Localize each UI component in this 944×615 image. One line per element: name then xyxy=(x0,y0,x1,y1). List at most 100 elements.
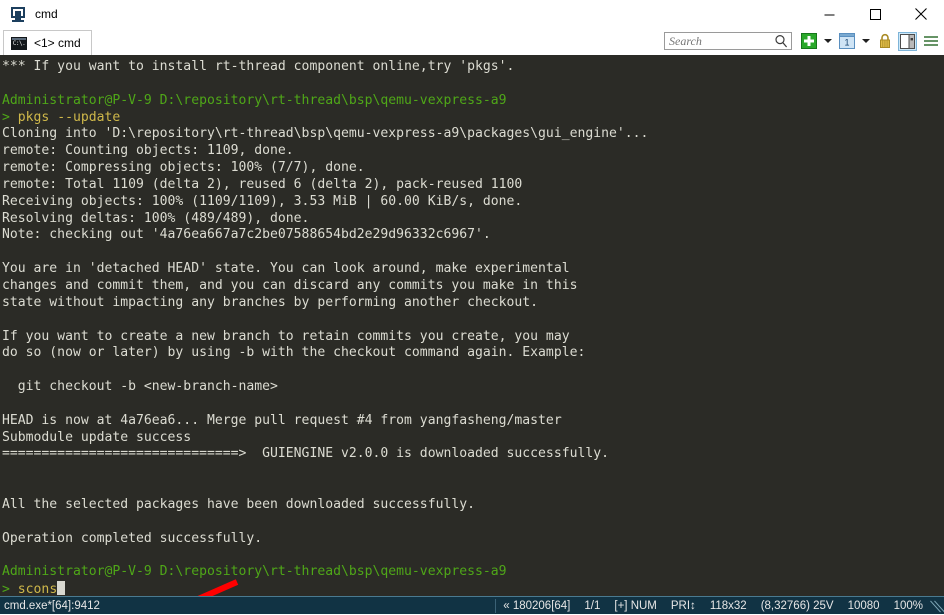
terminal-text: git checkout -b <new-branch-name> xyxy=(2,379,278,395)
terminal-line: Submodule update success xyxy=(2,430,944,447)
title-bar-left-group: cmd xyxy=(0,6,58,22)
menu-button[interactable] xyxy=(921,32,940,51)
terminal-command-text: scons xyxy=(17,582,58,596)
terminal-line: state without impacting any branches by … xyxy=(2,295,944,312)
terminal-cursor xyxy=(57,581,66,596)
terminal-line xyxy=(2,514,944,531)
terminal-line: ==============================> GUIENGIN… xyxy=(2,446,944,463)
chevron-down-icon xyxy=(823,39,832,43)
terminal-line: Administrator@P-V-9 D:\repository\rt-thr… xyxy=(2,93,944,110)
status-cell-lines: 10080 xyxy=(847,600,880,612)
maximize-button[interactable] xyxy=(852,0,898,28)
search-input[interactable] xyxy=(665,33,769,49)
close-button[interactable] xyxy=(898,0,944,28)
console-app-icon xyxy=(10,6,26,22)
terminal-line: If you want to create a new branch to re… xyxy=(2,329,944,346)
terminal-line xyxy=(2,362,944,379)
status-cells: « 180206[64] 1/1 [+] NUM PRI↕ 118x32 (8,… xyxy=(495,597,944,615)
terminal-text: If you want to create a new branch to re… xyxy=(2,328,570,344)
terminal-line xyxy=(2,547,944,564)
terminal-line xyxy=(2,396,944,413)
lock-button[interactable] xyxy=(875,32,894,51)
tab-selector-dropdown[interactable] xyxy=(860,32,871,50)
minimize-button[interactable] xyxy=(806,0,852,28)
terminal-line: HEAD is now at 4a76ea6... Merge pull req… xyxy=(2,413,944,430)
terminal-text: do so (now or later) by using -b with th… xyxy=(2,345,586,361)
tab-label: <1> cmd xyxy=(34,36,81,50)
terminal-prompt-path: Administrator@P-V-9 D:\repository\rt-thr… xyxy=(2,92,507,108)
search-icon[interactable] xyxy=(774,34,788,48)
terminal-text: state without impacting any branches by … xyxy=(2,294,539,310)
terminal-text: *** If you want to install rt-thread com… xyxy=(2,59,515,74)
terminal-line: You are in 'detached HEAD' state. You ca… xyxy=(2,261,944,278)
terminal-command-text: pkgs --update xyxy=(17,109,121,125)
status-cell-zoom: 100% xyxy=(893,600,923,612)
terminal-line xyxy=(2,463,944,480)
console-toolbar: 1 xyxy=(664,28,940,54)
search-box[interactable] xyxy=(664,32,792,50)
terminal-line: Resolving deltas: 100% (489/489), done. xyxy=(2,211,944,228)
status-process-label: cmd.exe*[64]:9412 xyxy=(4,599,100,612)
tab-bar: <1> cmd xyxy=(0,28,944,56)
window-title-bar: cmd xyxy=(0,0,944,28)
terminal-text: Resolving deltas: 100% (489/489), done. xyxy=(2,210,310,226)
terminal-prompt-path: Administrator@P-V-9 D:\repository\rt-thr… xyxy=(2,564,507,580)
status-cell-tabs: 1/1 xyxy=(584,600,601,612)
tab-selector-button[interactable]: 1 xyxy=(837,32,856,51)
status-cell-priority: PRI↕ xyxy=(670,600,696,612)
terminal-line: remote: Counting objects: 1109, done. xyxy=(2,143,944,160)
status-cell-cursor: (8,32766) 25V xyxy=(760,600,834,612)
terminal-line xyxy=(2,76,944,93)
resize-grip[interactable] xyxy=(930,597,944,615)
status-cell-insert: [+] NUM xyxy=(614,600,657,612)
new-tab-dropdown[interactable] xyxy=(822,32,833,50)
tab-cmd-1[interactable]: <1> cmd xyxy=(3,30,92,55)
new-tab-button[interactable] xyxy=(799,32,818,51)
terminal-line: git checkout -b <new-branch-name> xyxy=(2,379,944,396)
terminal-text: changes and commit them, and you can dis… xyxy=(2,277,578,293)
terminal-line: remote: Compressing objects: 100% (7/7),… xyxy=(2,160,944,177)
terminal-line: Receiving objects: 100% (1109/1109), 3.5… xyxy=(2,194,944,211)
terminal-text: You are in 'detached HEAD' state. You ca… xyxy=(2,261,570,277)
status-bar: cmd.exe*[64]:9412 « 180206[64] 1/1 [+] N… xyxy=(0,596,944,614)
terminal-text: All the selected packages have been down… xyxy=(2,496,475,512)
cmd-console-icon xyxy=(11,36,27,50)
terminal-lines: *** If you want to install rt-thread com… xyxy=(2,59,944,596)
terminal-line: > scons xyxy=(2,581,944,596)
terminal-text: remote: Compressing objects: 100% (7/7),… xyxy=(2,160,365,176)
terminal-line: Note: checking out '4a76ea667a7c2be07588… xyxy=(2,227,944,244)
split-pane-button[interactable] xyxy=(898,31,917,51)
terminal-line: Operation completed successfully. xyxy=(2,531,944,548)
terminal-line xyxy=(2,480,944,497)
terminal-line: > pkgs --update xyxy=(2,110,944,127)
terminal-text: ==============================> GUIENGIN… xyxy=(2,446,609,462)
terminal-text: HEAD is now at 4a76ea6... Merge pull req… xyxy=(2,412,562,428)
terminal-text: remote: Total 1109 (delta 2), reused 6 (… xyxy=(2,176,523,192)
status-cell-build: « 180206[64] xyxy=(503,600,571,612)
terminal-output[interactable]: *** If you want to install rt-thread com… xyxy=(0,56,944,596)
terminal-line: Administrator@P-V-9 D:\repository\rt-thr… xyxy=(2,564,944,581)
terminal-line: All the selected packages have been down… xyxy=(2,497,944,514)
terminal-line: Cloning into 'D:\repository\rt-thread\bs… xyxy=(2,126,944,143)
window-title: cmd xyxy=(35,7,58,21)
chevron-down-icon xyxy=(861,39,870,43)
terminal-line: remote: Total 1109 (delta 2), reused 6 (… xyxy=(2,177,944,194)
svg-text:1: 1 xyxy=(844,38,849,48)
terminal-text: Operation completed successfully. xyxy=(2,530,263,546)
terminal-prompt-symbol: > xyxy=(2,582,18,596)
terminal-text: remote: Counting objects: 1109, done. xyxy=(2,143,294,159)
terminal-line: *** If you want to install rt-thread com… xyxy=(2,59,944,76)
status-cell-size: 118x32 xyxy=(709,600,747,612)
window-controls xyxy=(806,0,944,28)
terminal-text: Submodule update success xyxy=(2,429,192,445)
terminal-line xyxy=(2,244,944,261)
